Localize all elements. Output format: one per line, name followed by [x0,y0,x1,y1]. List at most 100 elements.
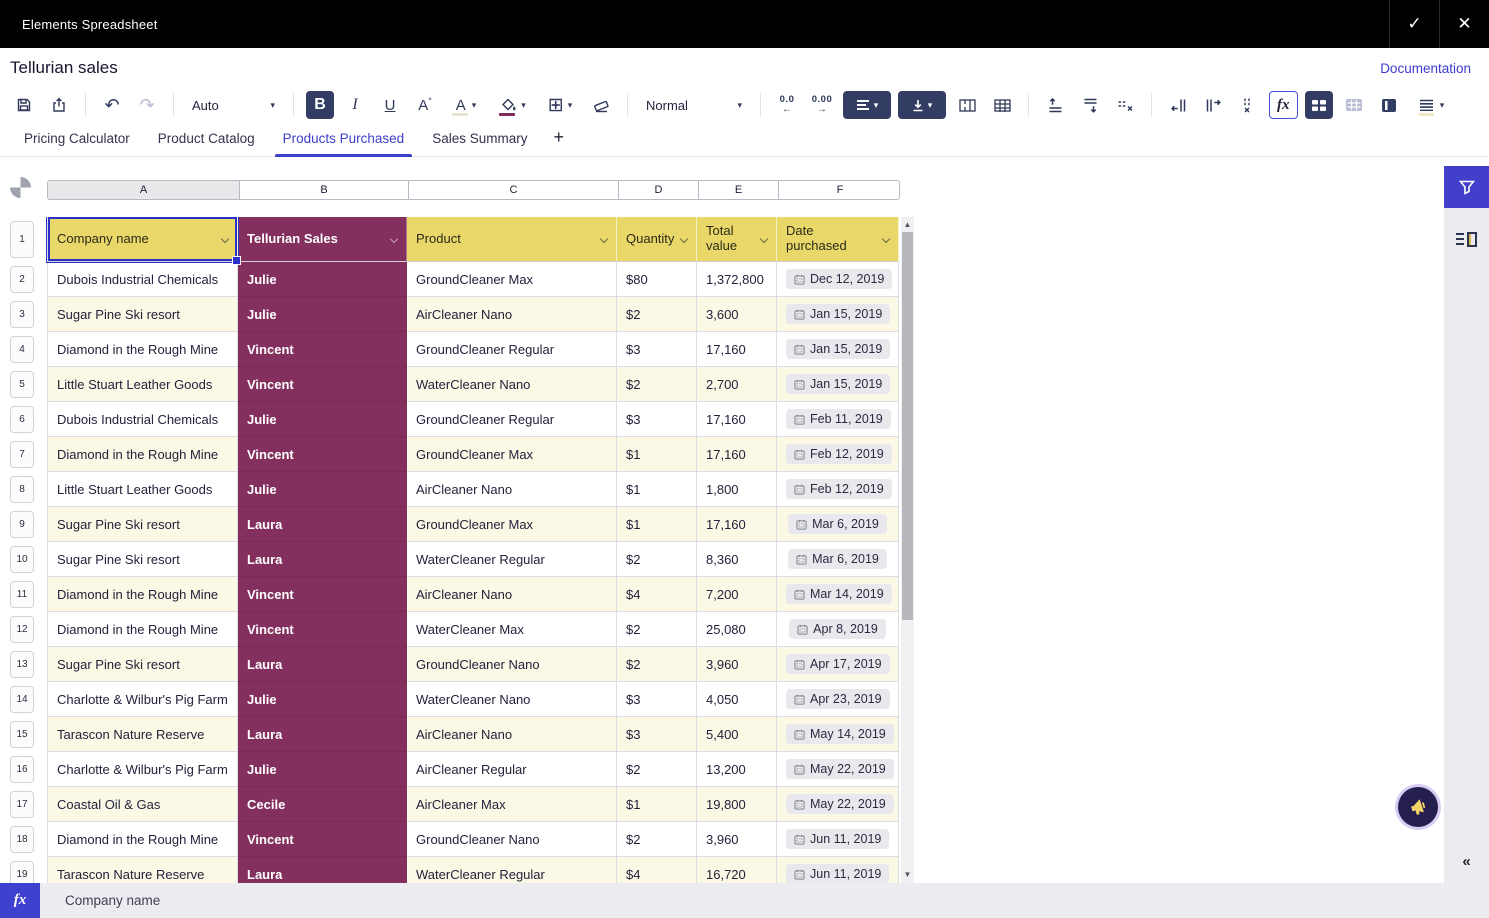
cell[interactable]: $2 [617,822,697,857]
cell[interactable]: WaterCleaner Nano [407,367,617,402]
cell[interactable]: 17,160 [697,507,777,542]
cell-date[interactable]: Apr 17, 2019 [777,647,899,682]
insert-row-above-button[interactable] [1041,91,1069,119]
row-number[interactable]: 7 [10,441,34,468]
cell[interactable]: Vincent [238,577,407,612]
insert-row-below-button[interactable] [1076,91,1104,119]
cell[interactable]: $3 [617,332,697,367]
cell[interactable]: $1 [617,472,697,507]
row-number[interactable]: 5 [10,371,34,398]
cell[interactable]: Dubois Industrial Chemicals [47,402,238,437]
scrollbar-thumb[interactable] [902,232,913,620]
cell[interactable]: Julie [238,402,407,437]
cell[interactable]: AirCleaner Max [407,787,617,822]
cell[interactable]: $2 [617,297,697,332]
cell[interactable]: $1 [617,787,697,822]
redo-button[interactable]: ↷ [133,91,161,119]
column-letter-B[interactable]: B [240,181,409,199]
cell[interactable]: Laura [238,857,407,883]
header-cell-1[interactable]: Company name [47,217,238,262]
tab-products-purchased[interactable]: Products Purchased [269,123,419,156]
cell[interactable]: Diamond in the Rough Mine [47,822,238,857]
cell[interactable]: Vincent [238,822,407,857]
cell[interactable]: Charlotte & Wilbur's Pig Farm [47,682,238,717]
row-number[interactable]: 2 [10,266,34,293]
cell[interactable]: Diamond in the Rough Mine [47,332,238,367]
bold-button[interactable]: B [306,91,334,119]
cell[interactable]: Laura [238,542,407,577]
delete-row-button[interactable] [1111,91,1139,119]
tab-sales-summary[interactable]: Sales Summary [418,123,541,156]
cell[interactable]: 19,800 [697,787,777,822]
cell[interactable]: Sugar Pine Ski resort [47,542,238,577]
row-height-button[interactable]: ▾ [1410,91,1454,119]
cell-date[interactable]: Mar 14, 2019 [777,577,899,612]
cell[interactable]: $2 [617,542,697,577]
number-format-select[interactable]: Normal ▾ [640,91,748,119]
row-number[interactable]: 13 [10,651,34,678]
delete-column-button[interactable] [1234,91,1262,119]
cell[interactable]: 1,372,800 [697,262,777,297]
cell[interactable]: 5,400 [697,717,777,752]
scroll-up-arrow[interactable]: ▲ [901,217,914,231]
clear-format-button[interactable]: A° [411,91,439,119]
cell[interactable]: GroundCleaner Max [407,507,617,542]
borders-button[interactable]: ⊞ ▾ [540,91,580,119]
underline-button[interactable]: U [376,91,404,119]
cell[interactable]: Laura [238,717,407,752]
cell[interactable]: GroundCleaner Max [407,262,617,297]
clear-formatting-button[interactable] [587,91,615,119]
cell[interactable]: Vincent [238,367,407,402]
cell[interactable]: AirCleaner Regular [407,752,617,787]
cell-date[interactable]: Jun 11, 2019 [777,857,899,883]
cell[interactable]: $3 [617,717,697,752]
row-number[interactable]: 15 [10,721,34,748]
increase-decimal-button[interactable]: 0.00→ [808,91,836,119]
cell[interactable]: Julie [238,472,407,507]
row-number[interactable]: 6 [10,406,34,433]
cell[interactable]: $2 [617,752,697,787]
cell[interactable]: AirCleaner Nano [407,297,617,332]
cell-date[interactable]: Jan 15, 2019 [777,332,899,367]
cell[interactable]: 1,800 [697,472,777,507]
row-number[interactable]: 16 [10,756,34,783]
cell[interactable]: $1 [617,437,697,472]
cell-date[interactable]: Feb 11, 2019 [777,402,899,437]
sidebar-view-button[interactable] [1375,91,1403,119]
cell-date[interactable]: Apr 23, 2019 [777,682,899,717]
cell[interactable]: 25,080 [697,612,777,647]
cell[interactable]: Cecile [238,787,407,822]
formula-input[interactable]: Company name [40,883,160,918]
tab-product-catalog[interactable]: Product Catalog [144,123,269,156]
cell[interactable]: 16,720 [697,857,777,883]
cell-date[interactable]: Jan 15, 2019 [777,367,899,402]
cell[interactable]: 17,160 [697,402,777,437]
cell[interactable]: $2 [617,367,697,402]
cell[interactable]: Julie [238,682,407,717]
merge-cells-button[interactable] [953,91,981,119]
cell-date[interactable]: Feb 12, 2019 [777,472,899,507]
header-cell-2[interactable]: Tellurian Sales [238,217,407,262]
unmerge-cells-button[interactable] [988,91,1016,119]
cell[interactable]: $3 [617,682,697,717]
column-letter-D[interactable]: D [619,181,699,199]
cell[interactable]: WaterCleaner Nano [407,682,617,717]
cell-date[interactable]: May 14, 2019 [777,717,899,752]
save-button[interactable] [10,91,38,119]
confirm-button[interactable]: ✓ [1389,0,1439,48]
cell[interactable]: AirCleaner Nano [407,577,617,612]
formula-button[interactable]: fx [1269,91,1298,119]
cell-date[interactable]: Jan 15, 2019 [777,297,899,332]
announcements-button[interactable] [1398,787,1438,827]
cell-date[interactable]: Feb 12, 2019 [777,437,899,472]
cell[interactable]: Diamond in the Rough Mine [47,612,238,647]
row-number[interactable]: 11 [10,581,34,608]
export-button[interactable] [45,91,73,119]
insert-column-right-button[interactable] [1199,91,1227,119]
row-number[interactable]: 12 [10,616,34,643]
row-number[interactable]: 9 [10,511,34,538]
cell[interactable]: $4 [617,577,697,612]
cell[interactable]: Little Stuart Leather Goods [47,367,238,402]
row-number[interactable]: 4 [10,336,34,363]
cell[interactable]: GroundCleaner Nano [407,647,617,682]
